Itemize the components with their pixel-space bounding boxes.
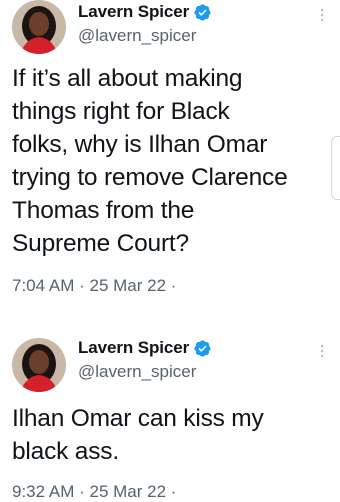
avatar[interactable]	[12, 338, 66, 392]
tweet-timestamp[interactable]: 7:04 AM · 25 Mar 22 ·	[12, 276, 176, 296]
tweet-text: Ilhan Omar can kiss my black ass.	[12, 405, 264, 465]
author-handle[interactable]: @lavern_spicer	[78, 362, 196, 382]
author-name[interactable]: Lavern Spicer	[78, 2, 189, 22]
tweet[interactable]: Lavern Spicer @lavern_spicer If it’s all…	[0, 0, 340, 300]
separator: ·	[79, 482, 85, 501]
separator-trailing: ·	[170, 482, 177, 501]
tweet-time: 7:04 AM	[12, 276, 75, 295]
tweet-date: 25 Mar 22	[89, 276, 167, 295]
separator-trailing: ·	[170, 276, 177, 295]
separator: ·	[79, 276, 85, 295]
edge-divider	[331, 136, 340, 200]
more-options-icon[interactable]	[314, 6, 330, 24]
verified-badge-icon	[194, 3, 211, 21]
tweet-timestamp[interactable]: 9:32 AM · 25 Mar 22 ·	[12, 482, 176, 502]
tweet-date: 25 Mar 22	[89, 482, 167, 501]
tweet-time: 9:32 AM	[12, 482, 75, 501]
author-handle[interactable]: @lavern_spicer	[78, 26, 196, 46]
author-name[interactable]: Lavern Spicer	[78, 338, 189, 358]
more-options-icon[interactable]	[314, 342, 330, 360]
verified-badge-icon	[194, 339, 211, 357]
tweet-text: If it’s all about making things right fo…	[12, 65, 288, 257]
tweet[interactable]: Lavern Spicer @lavern_spicer Ilhan Omar …	[0, 336, 340, 502]
avatar[interactable]	[12, 0, 66, 54]
